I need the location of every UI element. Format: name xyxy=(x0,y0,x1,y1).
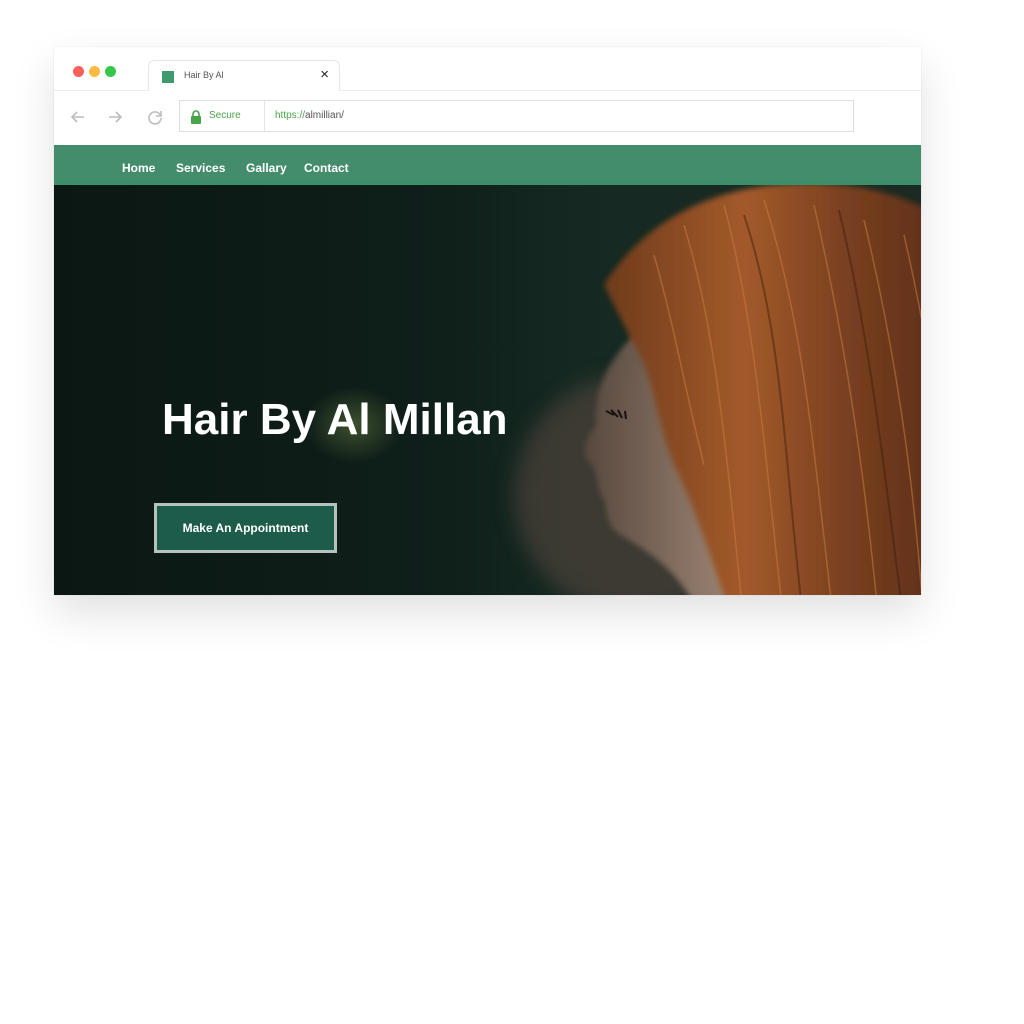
site-navbar: Home Services Gallary Contact xyxy=(54,145,921,179)
browser-window: Hair By Al × Secure https://almillian/ H xyxy=(54,47,921,595)
nav-gallery-link[interactable]: Gallary xyxy=(246,161,287,175)
browser-tab[interactable]: Hair By Al × xyxy=(148,60,340,92)
tab-close-icon[interactable]: × xyxy=(320,66,329,84)
nav-home-link[interactable]: Home xyxy=(122,161,155,175)
address-divider xyxy=(264,101,265,131)
nav-services-link[interactable]: Services xyxy=(176,161,225,175)
secure-label: Secure xyxy=(209,110,241,121)
make-appointment-button[interactable]: Make An Appointment xyxy=(154,503,337,553)
browser-titlebar: Hair By Al × xyxy=(54,47,921,92)
url-scheme: https:// xyxy=(275,110,306,121)
nav-contact-link[interactable]: Contact xyxy=(304,161,349,175)
close-window-button[interactable] xyxy=(73,66,84,77)
favicon-icon xyxy=(162,71,174,83)
hero-woman-photo xyxy=(514,185,921,595)
tab-title: Hair By Al xyxy=(184,70,224,80)
back-arrow-icon[interactable] xyxy=(68,107,88,127)
hero-title: Hair By Al Millan xyxy=(162,395,508,444)
url-text[interactable]: https://almillian/ xyxy=(275,110,344,121)
minimize-window-button[interactable] xyxy=(89,66,100,77)
lock-icon xyxy=(191,110,201,124)
browser-toolbar: Secure https://almillian/ xyxy=(54,91,921,169)
reload-icon[interactable] xyxy=(145,107,165,127)
address-bar[interactable]: Secure https://almillian/ xyxy=(179,100,854,132)
hero-section: Hair By Al Millan Make An Appointment xyxy=(54,185,921,595)
url-path: almillian/ xyxy=(305,110,344,121)
forward-arrow-icon[interactable] xyxy=(105,107,125,127)
maximize-window-button[interactable] xyxy=(105,66,116,77)
